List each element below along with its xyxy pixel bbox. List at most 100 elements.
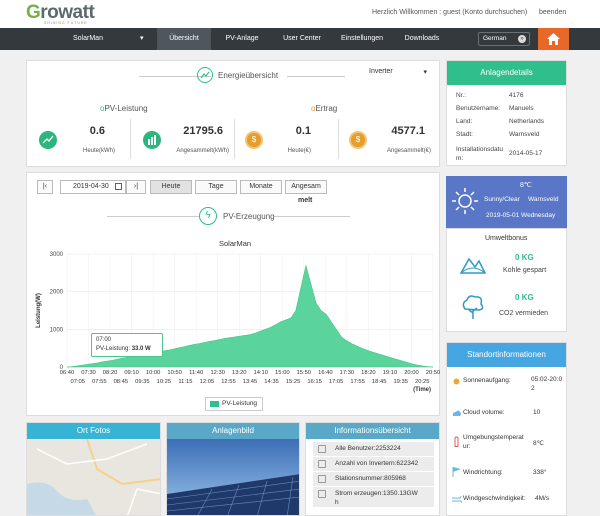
sunrise-value-overflow: 2 (531, 385, 535, 392)
coal-value: 0 KG (515, 253, 534, 262)
chart-tooltip: 07:00 PV-Leistung: 33.0 W (91, 333, 163, 357)
x-tick-label: 20:00 (404, 370, 419, 376)
wind-direction-value: 338° (533, 469, 547, 476)
y-tick-label: 1000 (50, 327, 64, 333)
lightning-icon (318, 490, 326, 498)
weather-city: Warnsveld (528, 196, 559, 203)
main-nav: SolarMan ▾ Übersicht PV-Anlage User Cente… (0, 28, 600, 50)
home-button[interactable] (538, 28, 569, 50)
globe-icon: » (518, 35, 526, 43)
coin-icon: $ (245, 131, 263, 149)
yield-heading: oErtrag (311, 104, 338, 113)
wind-speed-key: Windgeschwindigkeit: (463, 495, 526, 502)
total-eur-label: Angesammelt(€) (386, 148, 431, 154)
x-tick-label: 07:55 (92, 379, 107, 385)
plant-details-title: Anlagendetails (447, 61, 566, 85)
total-kwh-value: 21795.6 (183, 125, 223, 137)
bar-chart-icon (143, 131, 161, 149)
location-photos-title: Ort Fotos (27, 423, 160, 439)
co2-label: CO2 vermieden (499, 310, 549, 317)
info-row-stations: Stationsnummer:805968 (313, 472, 434, 486)
pv-chart[interactable]: 3000200010000Leistung(W)06:40 07:30 08:20 0… (27, 173, 441, 417)
x-tick-label: 19:35 (393, 379, 408, 385)
x-tick-label: 11:40 (189, 370, 203, 376)
x-tick-label: 16:15 (307, 379, 322, 385)
chevron-down-icon: ▾ (140, 35, 144, 42)
info-row-energy: Strom erzeugen:1350.13GW h (313, 487, 434, 507)
coal-label: Kohle gespart (503, 267, 547, 274)
x-tick-label: 09:35 (135, 379, 150, 385)
nav-overview[interactable]: Übersicht (157, 28, 211, 50)
detail-key-user: Benutzername: (456, 105, 501, 112)
x-axis-label: (Time) (413, 387, 431, 393)
plant-image-title: Anlagenbild (167, 423, 299, 439)
language-select[interactable]: German » (478, 32, 530, 46)
x-tick-label: 12:55 (221, 379, 236, 385)
welcome-text[interactable]: Herzlich Willkommen : guest (Konto durch… (372, 9, 527, 16)
x-tick-label: 09:10 (124, 370, 139, 376)
wind-speed-value: 4M/s (535, 495, 550, 502)
nav-downloads[interactable]: Downloads (393, 28, 451, 50)
x-tick-label: 06:40 (60, 370, 75, 376)
weather-condition: Sunny/Clear (484, 196, 520, 203)
pv-heading-label: PV-Leistung (104, 104, 148, 113)
x-tick-label: 07:05 (71, 379, 86, 385)
inverter-select[interactable]: Inverter ▾ (369, 68, 435, 80)
x-tick-label: 15:25 (286, 379, 301, 385)
nav-user-center[interactable]: User Center (273, 28, 331, 50)
total-kwh-label: Angesammelt(kWh) (176, 148, 229, 154)
logout-link[interactable]: beenden (539, 9, 566, 16)
energy-icon (197, 67, 213, 83)
info-row-inverters-text: Anzahl von Invertern:622342 (335, 460, 419, 467)
location-info-panel: Standortinformationen (446, 342, 567, 516)
detail-key-install-date: Installationsdatu m: (456, 146, 503, 162)
total-eur-value: 4577.1 (391, 125, 425, 137)
today-kwh-value: 0.6 (89, 125, 105, 137)
weather-temp: 8℃ (520, 182, 532, 189)
x-tick-label: 17:30 (340, 370, 355, 376)
station-icon (318, 475, 326, 483)
nav-solarman-label: SolarMan (73, 35, 103, 42)
tooltip-time: 07:00 (96, 337, 112, 343)
chevron-down-icon: ▾ (423, 69, 427, 76)
detail-value-user: Manuels (509, 105, 534, 112)
map-image[interactable] (27, 438, 161, 516)
nav-settings[interactable]: Einstellungen (333, 28, 391, 50)
legend-swatch (210, 401, 219, 407)
temperature-key: Umgebungstemperat (463, 434, 524, 441)
info-row-inverters: Anzahl von Invertern:622342 (313, 457, 434, 471)
info-row-energy-overflow: h (335, 499, 339, 506)
x-tick-label: 12:30 (210, 370, 225, 376)
x-tick-label: 20:25 (415, 379, 430, 385)
solar-panels-image[interactable] (167, 439, 300, 516)
plant-details-panel: Anlagendetails Nr.: 4176 Benutzername: M… (446, 60, 567, 166)
x-tick-label: 15:50 (297, 370, 312, 376)
x-tick-label: 19:10 (383, 370, 398, 376)
wind-flag-icon (452, 467, 461, 477)
pv-heading: oPV-Leistung (100, 104, 148, 113)
chart-legend[interactable]: PV-Leistung (205, 397, 263, 411)
x-tick-label: 18:45 (372, 379, 387, 385)
today-eur-label: Heute(€) (287, 148, 311, 154)
coal-icon (459, 257, 487, 274)
plant-image-panel: Anlagenbild (166, 422, 300, 516)
temperature-value: 8℃ (533, 440, 544, 447)
energy-title: Energieübersicht (218, 71, 279, 80)
x-tick-label: 18:20 (361, 370, 376, 376)
y-axis-label: Leistung(W) (36, 293, 42, 328)
nav-pv-plant[interactable]: PV-Anlage (213, 28, 271, 50)
x-tick-label: 10:25 (157, 379, 172, 385)
wind-direction-key: Windrichtung: (463, 469, 503, 476)
detail-value-install-date: 2014-05-17 (509, 150, 543, 157)
location-info-title: Standortinformationen (447, 343, 566, 367)
x-tick-label: 07:30 (81, 370, 96, 376)
detail-value-country: Netherlands (509, 118, 545, 125)
divider (130, 119, 131, 159)
detail-value-nr: 4176 (509, 92, 524, 99)
x-tick-label: 13:45 (243, 379, 258, 385)
nav-solarman[interactable]: SolarMan ▾ (60, 28, 150, 50)
environment-title: Umweltbonus (485, 235, 528, 242)
logo-letter: G (26, 2, 41, 23)
cloud-value: 10 (533, 409, 541, 416)
inverter-icon (318, 460, 326, 468)
